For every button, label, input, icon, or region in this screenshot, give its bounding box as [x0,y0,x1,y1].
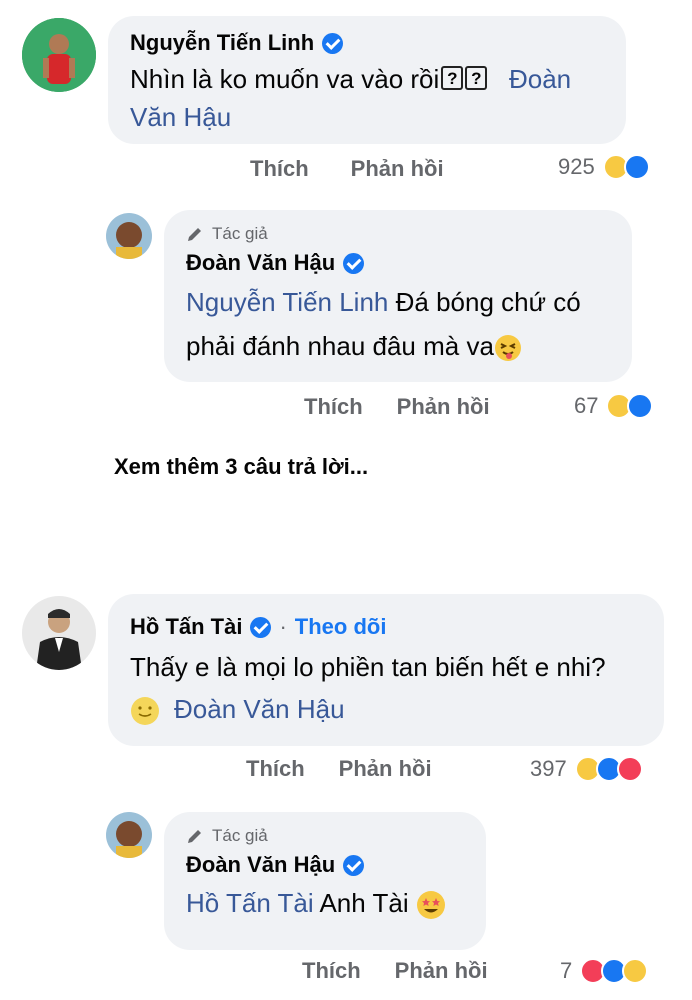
comment-bubble: Tác giả Đoàn Văn Hậu Hồ Tấn Tài Anh Tài [164,812,486,950]
avatar[interactable] [106,213,152,259]
verified-badge-icon [322,32,344,54]
comment-author[interactable]: Hồ Tấn Tài · Theo dõi [130,614,644,640]
author-name[interactable]: Đoàn Văn Hậu [186,852,335,878]
verified-badge-icon [343,854,365,876]
author-tag: Tác giả [186,826,466,846]
reaction-count-number: 67 [574,393,599,418]
comment-actions: Thích Phản hồi [302,958,488,984]
like-action[interactable]: Thích [304,394,363,420]
avatar-image [106,213,152,259]
comment-bubble: Hồ Tấn Tài · Theo dõi Thấy e là mọi lo p… [108,594,664,746]
avatar[interactable] [106,812,152,858]
comment-text-part: phải đánh nhau đâu mà va [186,331,494,361]
author-tag: Tác giả [186,224,612,244]
like-action[interactable]: Thích [246,756,305,782]
reaction-count[interactable]: 397 [530,756,643,782]
smile-emoji-icon [131,697,159,726]
reply-action[interactable]: Phản hồi [395,958,488,984]
comment-text-part: Anh Tài [319,888,409,918]
reply-action[interactable]: Phản hồi [397,394,490,420]
mention-link[interactable]: Hồ Tấn Tài [186,888,314,918]
mention-link[interactable]: Đoàn [509,64,571,94]
comment-text: Nguyễn Tiến Linh Đá bóng chứ có phải đánh… [186,280,612,368]
reaction-count-number: 397 [530,756,567,781]
reaction-count[interactable]: 7 [560,958,649,984]
follow-button[interactable]: Theo dõi [295,614,387,640]
comment-bubble: Nguyễn Tiến Linh Nhìn là ko muốn va vào … [108,16,626,144]
mention-link[interactable]: Nguyễn Tiến Linh [186,287,388,317]
author-name[interactable]: Hồ Tấn Tài [130,614,242,640]
comment-actions: Thích Phản hồi [246,756,432,782]
author-name[interactable]: Đoàn Văn Hậu [186,250,335,276]
comment-text-part: Nhìn là ko muốn va vào rồi [130,64,440,94]
reaction-count-number: 7 [560,958,573,983]
like-action[interactable]: Thích [302,958,361,984]
pencil-icon [188,228,201,241]
comment-text: Hồ Tấn Tài Anh Tài [186,884,466,922]
avatar-image [22,596,96,670]
reply-action[interactable]: Phản hồi [351,156,444,182]
verified-badge-icon [250,616,272,638]
comment-text-part: Thấy e là mọi lo phiền tan biến hết e nh… [130,652,606,682]
like-reaction-icon [627,393,654,419]
reply-action[interactable]: Phản hồi [339,756,432,782]
reaction-count[interactable]: 925 [558,154,650,180]
love-reaction-icon [616,756,643,782]
separator-dot: · [279,614,287,639]
mention-link[interactable]: Văn Hậu [130,102,231,132]
comment-bubble: Tác giả Đoàn Văn Hậu Nguyễn Tiến Linh Đá… [164,210,632,382]
author-tag-label: Tác giả [212,224,268,243]
author-name[interactable]: Nguyễn Tiến Linh [130,30,314,56]
star-struck-emoji-icon [416,891,445,920]
avatar[interactable] [22,18,96,92]
verified-badge-icon [343,252,365,274]
haha-reaction-icon [622,958,649,984]
comment-text: Nhìn là ko muốn va vào rồi?? Đoàn Văn Hậu [130,60,606,136]
pencil-icon [188,830,201,843]
missing-glyph-icon: ? [441,66,464,91]
missing-glyph-icon: ? [465,66,488,91]
tongue-wink-emoji-icon [494,335,521,362]
avatar[interactable] [22,596,96,670]
mention-link[interactable]: Đoàn Văn Hậu [174,694,345,724]
reaction-count-number: 925 [558,154,595,179]
avatar-image [106,812,152,858]
avatar-image [22,18,96,92]
view-more-replies-link[interactable]: Xem thêm 3 câu trả lời... [114,454,368,480]
comment-author[interactable]: Đoàn Văn Hậu [186,250,612,276]
comment-actions: Thích Phản hồi [250,156,444,182]
comment-text-part: Đá bóng chứ có [395,287,581,317]
comment-author[interactable]: Đoàn Văn Hậu [186,852,466,878]
comment-actions: Thích Phản hồi [304,394,490,420]
comment-text: Thấy e là mọi lo phiền tan biến hết e nh… [130,646,644,730]
comment-author[interactable]: Nguyễn Tiến Linh [130,30,606,56]
like-reaction-icon [623,154,650,180]
reaction-count[interactable]: 67 [574,393,654,419]
like-action[interactable]: Thích [250,156,309,182]
author-tag-label: Tác giả [212,826,268,845]
